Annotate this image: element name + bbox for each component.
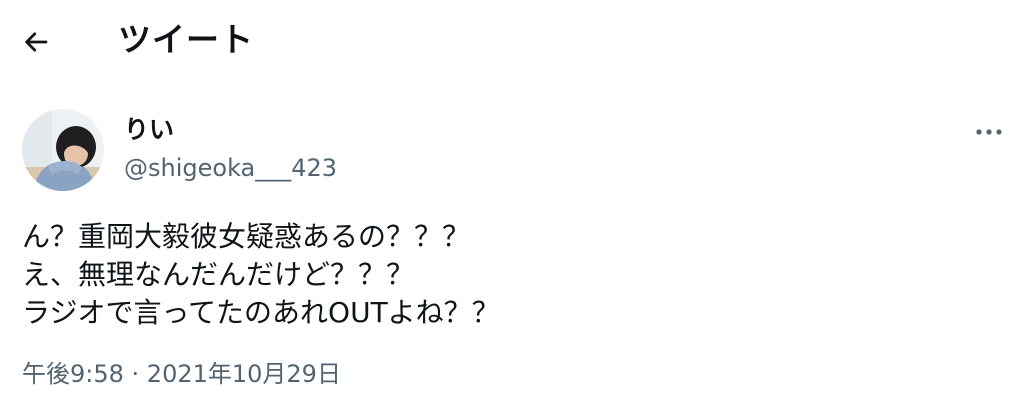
- tweet-page: ツイート りい @shigeoka___423 ん？重岡大毅彼女疑惑あるの？？？…: [0, 0, 1024, 415]
- tweet-timestamp: 午後9:58 · 2021年10月29日: [22, 357, 341, 391]
- more-horizontal-icon: [976, 129, 1002, 135]
- tweet-text-line: え、無理なんだんだけど？？？: [22, 258, 415, 291]
- author-display-name[interactable]: りい: [124, 114, 174, 146]
- tweet-text-line: ん？重岡大毅彼女疑惑あるの？？？: [22, 220, 471, 253]
- more-options-button[interactable]: [968, 115, 1010, 149]
- avatar[interactable]: [22, 109, 104, 191]
- tweet-date[interactable]: 2021年10月29日: [147, 360, 341, 388]
- back-button[interactable]: [16, 22, 56, 62]
- author-handle[interactable]: @shigeoka___423: [124, 153, 337, 183]
- tweet-text: ん？重岡大毅彼女疑惑あるの？？？ え、無理なんだんだけど？？？ ラジオで言ってた…: [22, 218, 1002, 332]
- tweet-text-line: ラジオで言ってたのあれOUTよね？？: [22, 296, 500, 329]
- tweet-time[interactable]: 午後9:58: [22, 360, 124, 388]
- user-avatar-image: [22, 109, 104, 191]
- timestamp-separator: ·: [123, 360, 147, 388]
- page-title: ツイート: [118, 20, 254, 59]
- arrow-left-icon: [25, 32, 48, 52]
- page-header: ツイート: [0, 0, 1024, 82]
